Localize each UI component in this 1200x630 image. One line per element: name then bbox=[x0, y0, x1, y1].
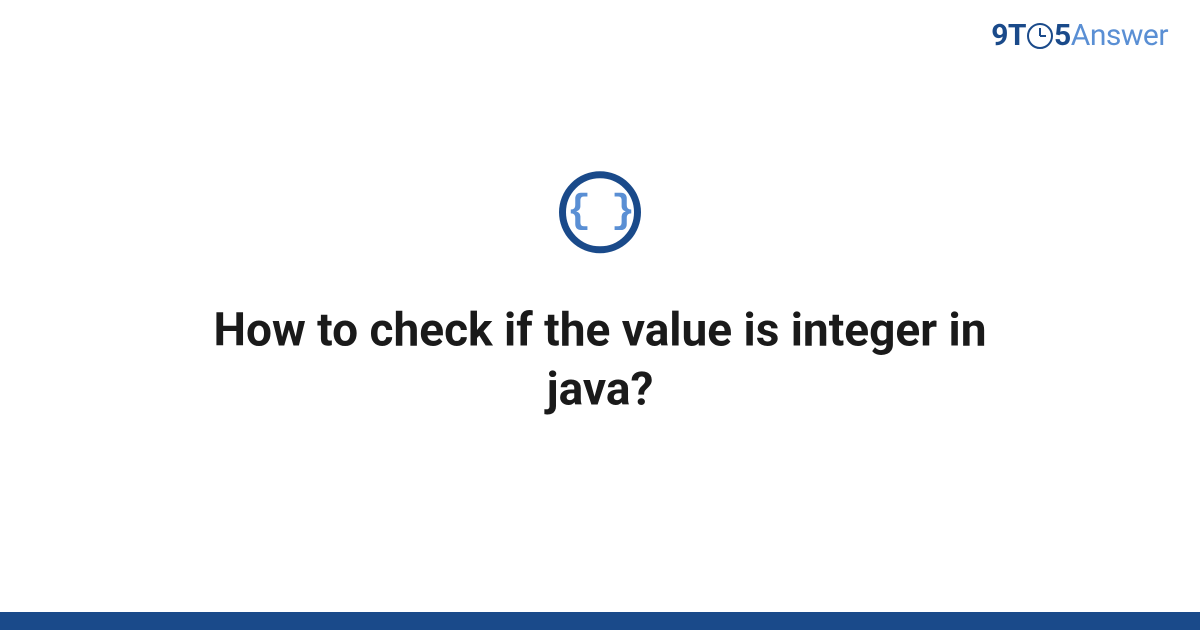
clock-icon bbox=[1027, 23, 1053, 49]
logo-text-9t: 9T bbox=[991, 18, 1026, 53]
code-braces-icon: { } bbox=[559, 171, 641, 253]
main-content: { } How to check if the value is integer… bbox=[0, 171, 1200, 419]
footer-accent-bar bbox=[0, 612, 1200, 630]
logo-text-5: 5 bbox=[1054, 18, 1071, 53]
braces-glyph: { } bbox=[567, 192, 633, 232]
page-title: How to check if the value is integer in … bbox=[150, 301, 1050, 419]
logo-text-answer: Answer bbox=[1071, 18, 1168, 53]
site-logo: 9T 5 Answer bbox=[991, 18, 1168, 53]
